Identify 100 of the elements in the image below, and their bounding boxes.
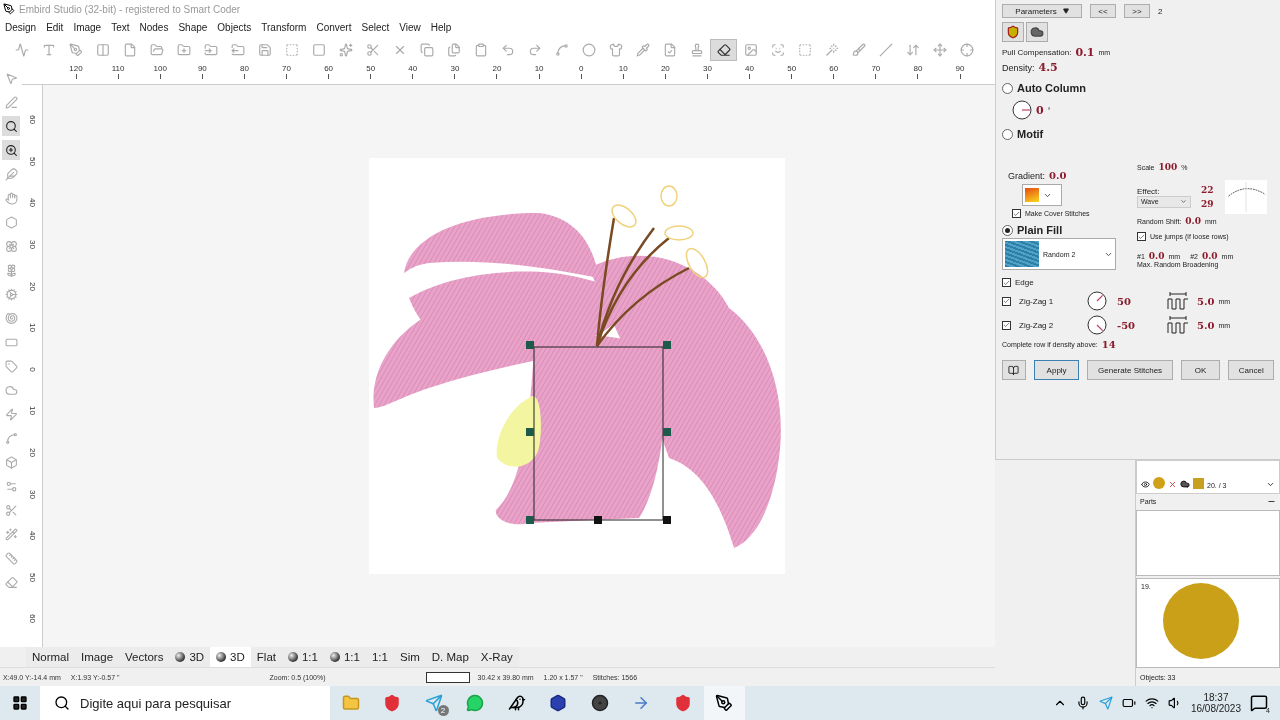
view-mode-tab[interactable]: Vectors (119, 647, 170, 667)
wave-preview-drawing (1225, 180, 1267, 214)
next-button[interactable]: >> (1124, 4, 1150, 18)
taskbar-search-field[interactable]: Digite aqui para pesquisar (40, 686, 330, 720)
menu-item[interactable]: Nodes (134, 21, 174, 33)
view-mode-tab[interactable]: Flat (250, 647, 282, 667)
menu-item[interactable]: Objects (212, 21, 257, 33)
app-logo-icon (3, 3, 15, 15)
view-mode-tab[interactable]: 1:1 (281, 647, 324, 667)
pen-app-icon[interactable] (703, 686, 745, 720)
checkbox[interactable] (1137, 232, 1146, 241)
clock[interactable]: 18:37 16/08/2023 (1190, 692, 1241, 714)
radio-button[interactable] (1002, 224, 1013, 236)
shield-icon[interactable] (1002, 22, 1024, 42)
field-value[interactable]: 4.5 (1038, 61, 1058, 74)
previous-button[interactable]: << (1090, 4, 1116, 18)
menu-item[interactable]: Design (0, 21, 42, 33)
field-value[interactable]: 0 (1036, 103, 1044, 117)
menu-item[interactable]: Select (356, 21, 395, 33)
field-value[interactable]: 0.0 (1148, 251, 1165, 261)
field-label: Effect: (1137, 186, 1161, 196)
caret-icon (1062, 8, 1069, 14)
microphone-icon[interactable] (1075, 696, 1090, 710)
field-value[interactable]: -50 (1117, 319, 1163, 331)
messenger-icon[interactable] (1098, 696, 1113, 710)
battery-icon[interactable] (1121, 696, 1136, 710)
action-button[interactable]: Generate Stitches (1087, 360, 1173, 380)
ruler-label: 10 (27, 323, 37, 333)
messenger-icon[interactable] (424, 694, 443, 712)
action-button[interactable]: Apply (1033, 360, 1080, 380)
ruler-label: 20 (27, 448, 37, 457)
option-label: Auto Column (1017, 82, 1087, 94)
view-mode-tab[interactable]: 1:1 (365, 647, 394, 667)
ruler-label: 0 (27, 367, 37, 372)
field-value[interactable]: 0.0 (1185, 216, 1202, 226)
wifi-icon[interactable] (1144, 696, 1159, 710)
zoom-in-icon[interactable] (2, 140, 20, 160)
menu-item[interactable]: Shape (173, 21, 213, 33)
gradient-swatch (1025, 188, 1039, 202)
option-label: Plain Fill (1017, 224, 1063, 236)
checkbox[interactable] (1002, 296, 1011, 306)
checkbox[interactable] (1012, 209, 1021, 218)
menu-item[interactable]: Image (68, 21, 107, 33)
menu-item[interactable]: Text (106, 21, 135, 33)
notification-icon[interactable] (1250, 694, 1268, 712)
field-value[interactable]: 5.0 (1197, 319, 1215, 331)
chevron-icon (1180, 198, 1187, 205)
book-button[interactable] (1002, 360, 1026, 380)
field-value[interactable]: 29 (1201, 199, 1215, 209)
view-mode-tab[interactable]: 3D (169, 647, 211, 667)
field-value[interactable]: 0.0 (1201, 251, 1218, 261)
checkbox-label: Zig-Zag 1 (1019, 296, 1055, 306)
action-button[interactable]: Cancel (1228, 360, 1274, 380)
eraser-icon[interactable] (710, 39, 737, 61)
view-mode-tab[interactable]: D. Map (425, 647, 475, 667)
selection-frame[interactable] (526, 341, 671, 524)
field-label: Pull Compensation: (1002, 48, 1072, 57)
menu-item[interactable]: Edit (41, 21, 69, 33)
checkbox-label: Edge (1015, 278, 1034, 287)
view-mode-tab[interactable]: 3D (210, 647, 251, 667)
zigzag-width-icon (1167, 292, 1189, 310)
book-icon (1008, 364, 1020, 376)
search-icon[interactable] (2, 116, 20, 136)
angle-dial[interactable] (1087, 291, 1107, 311)
menu-item[interactable]: Convert (311, 21, 357, 33)
view-mode-tab[interactable]: Sim (393, 647, 426, 667)
view-mode-tab[interactable]: Normal (26, 647, 76, 667)
ruler-label: 60 (27, 115, 37, 125)
field-value[interactable]: 50 (1117, 295, 1163, 307)
radio-button[interactable] (1002, 128, 1013, 140)
size-indicator (425, 671, 470, 683)
field-value[interactable]: 14 (1101, 339, 1116, 350)
view-mode-tab[interactable]: X-Ray (474, 647, 519, 667)
view-mode-tab[interactable]: 1:1 (323, 647, 366, 667)
checkbox[interactable] (1002, 320, 1011, 330)
ruler-label: 30 (27, 240, 37, 250)
ruler-label: 10 (27, 406, 37, 416)
menu-item[interactable]: View (394, 21, 426, 33)
shape-icon[interactable] (1026, 22, 1048, 42)
parameters-menu-button[interactable]: Parameters (1002, 4, 1082, 18)
option-label: Motif (1017, 128, 1044, 140)
close-icon[interactable] (1168, 480, 1177, 489)
checkbox-label: Zig-Zag 2 (1019, 320, 1055, 330)
menu-item[interactable]: Help (425, 21, 457, 33)
checkbox[interactable] (1002, 278, 1011, 287)
ruler-label: 20 (27, 281, 37, 291)
windows-start-icon[interactable] (12, 695, 28, 711)
menu-item[interactable]: Transform (256, 21, 312, 33)
chevron-icon[interactable] (1266, 480, 1275, 489)
field-value[interactable]: 0.0 (1049, 170, 1067, 181)
eye-icon[interactable] (1141, 480, 1150, 489)
field-value[interactable]: 22 (1201, 185, 1215, 195)
angle-dial[interactable] (1012, 100, 1032, 120)
action-button[interactable]: OK (1180, 360, 1221, 380)
field-value[interactable]: 0.1 (1075, 46, 1095, 59)
angle-dial[interactable] (1087, 315, 1107, 335)
field-value[interactable]: 100 (1158, 162, 1178, 172)
view-mode-tab[interactable]: Image (75, 647, 120, 667)
radio-button[interactable] (1002, 82, 1013, 94)
field-value[interactable]: 5.0 (1197, 295, 1215, 307)
